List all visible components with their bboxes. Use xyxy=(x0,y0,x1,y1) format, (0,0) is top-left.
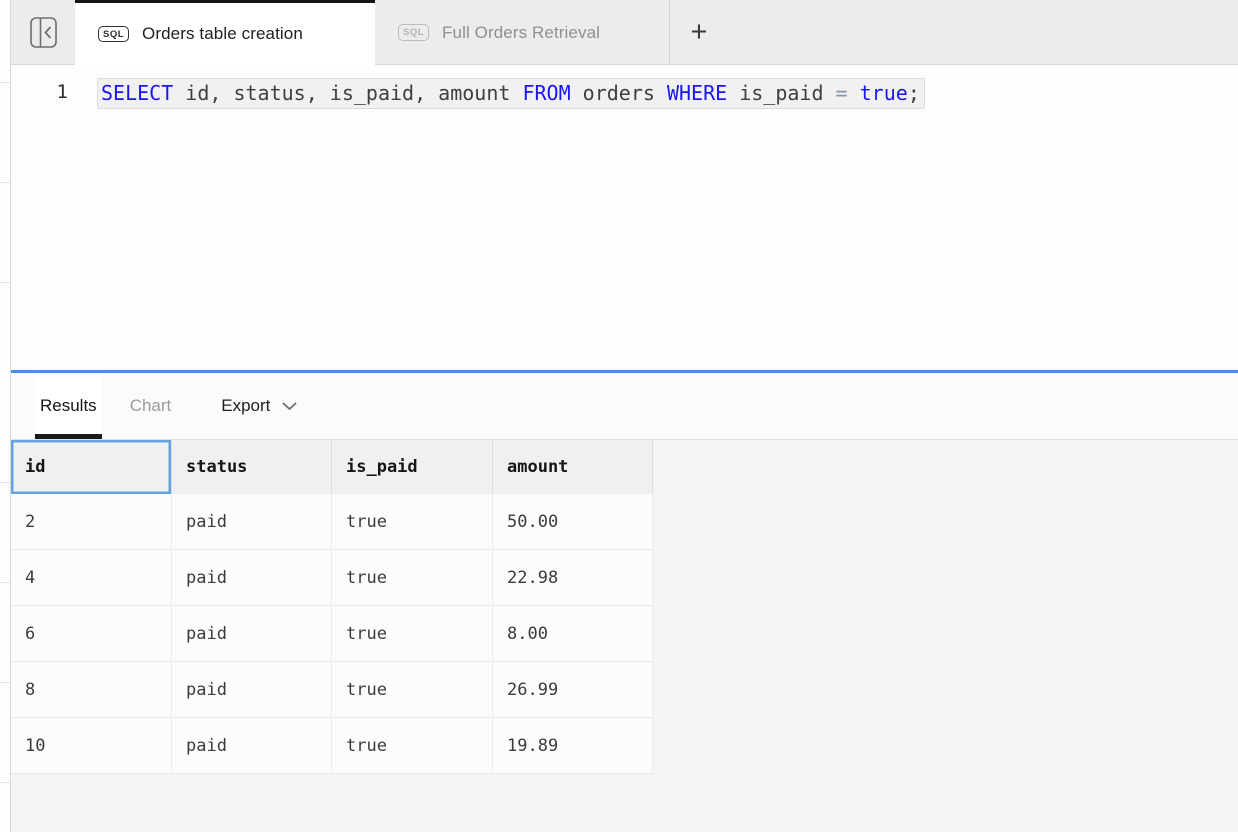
table-cell[interactable]: 4 xyxy=(11,550,172,605)
table-row[interactable]: 6paidtrue8.00 xyxy=(11,606,653,662)
results-table-body: 2paidtrue50.004paidtrue22.986paidtrue8.0… xyxy=(11,494,653,774)
table-cell[interactable]: 8.00 xyxy=(493,606,653,661)
tab-chart-label: Chart xyxy=(130,396,172,416)
sql-token-keyword: FROM xyxy=(522,81,570,105)
background-panel-edge xyxy=(0,0,11,832)
tab-label: Orders table creation xyxy=(142,24,303,44)
sql-token-keyword: WHERE xyxy=(667,81,727,105)
sql-statement[interactable]: SELECT id, status, is_paid, amount FROM … xyxy=(97,78,925,109)
line-number: 1 xyxy=(11,78,68,107)
tab-label: Full Orders Retrieval xyxy=(442,23,600,43)
table-cell[interactable]: true xyxy=(332,550,493,605)
new-tab-button[interactable]: + xyxy=(670,0,728,65)
sql-editor[interactable]: 1 SELECT id, status, is_paid, amount FRO… xyxy=(11,65,1238,370)
table-cell[interactable]: 8 xyxy=(11,662,172,717)
table-cell[interactable]: true xyxy=(332,494,493,549)
plus-icon: + xyxy=(691,16,708,49)
tab-results[interactable]: Results xyxy=(35,373,102,439)
table-cell[interactable]: 22.98 xyxy=(493,550,653,605)
tab-full-orders-retrieval[interactable]: SQL Full Orders Retrieval xyxy=(375,0,670,65)
table-cell[interactable]: 2 xyxy=(11,494,172,549)
column-header-is_paid[interactable]: is_paid xyxy=(332,440,493,494)
query-tab-bar: SQL Orders table creation SQL Full Order… xyxy=(11,0,1238,65)
table-cell[interactable]: true xyxy=(332,718,493,773)
results-panel: Results Chart Export idstatusis_paidamou… xyxy=(11,373,1238,832)
code-line: 1 SELECT id, status, is_paid, amount FRO… xyxy=(11,78,1238,109)
table-cell[interactable]: 19.89 xyxy=(493,718,653,773)
sql-file-icon: SQL xyxy=(98,26,129,43)
table-cell[interactable]: paid xyxy=(172,494,332,549)
collapse-sidebar-button[interactable] xyxy=(11,0,75,65)
tab-chart[interactable]: Chart xyxy=(125,373,177,439)
collapse-sidebar-icon xyxy=(30,17,57,48)
export-button[interactable]: Export xyxy=(221,373,297,439)
results-table-header: idstatusis_paidamount xyxy=(11,440,653,494)
table-cell[interactable]: paid xyxy=(172,550,332,605)
sql-token-plain: ; xyxy=(908,81,920,105)
column-header-status[interactable]: status xyxy=(172,440,332,494)
sql-token-plain: is_paid xyxy=(727,81,835,105)
tab-results-label: Results xyxy=(40,396,97,416)
table-cell[interactable]: paid xyxy=(172,606,332,661)
table-row[interactable]: 2paidtrue50.00 xyxy=(11,494,653,550)
table-cell[interactable]: 26.99 xyxy=(493,662,653,717)
table-cell[interactable]: 6 xyxy=(11,606,172,661)
sql-token-keyword: SELECT xyxy=(101,81,173,105)
tab-orders-table-creation[interactable]: SQL Orders table creation xyxy=(75,0,375,65)
column-header-id[interactable]: id xyxy=(11,440,172,494)
table-row[interactable]: 4paidtrue22.98 xyxy=(11,550,653,606)
results-toolbar: Results Chart Export xyxy=(11,373,1238,440)
sql-token-plain xyxy=(848,81,860,105)
sql-client-window: SQL Orders table creation SQL Full Order… xyxy=(0,0,1238,832)
table-cell[interactable]: paid xyxy=(172,718,332,773)
table-cell[interactable]: true xyxy=(332,662,493,717)
chevron-down-icon xyxy=(282,402,297,411)
table-row[interactable]: 8paidtrue26.99 xyxy=(11,662,653,718)
main-area: SQL Orders table creation SQL Full Order… xyxy=(11,0,1238,832)
sql-token-operator: = xyxy=(836,81,848,105)
sql-token-plain: orders xyxy=(571,81,667,105)
table-cell[interactable]: 10 xyxy=(11,718,172,773)
sql-token-keyword: true xyxy=(860,81,908,105)
table-row[interactable]: 10paidtrue19.89 xyxy=(11,718,653,774)
table-cell[interactable]: 50.00 xyxy=(493,494,653,549)
table-cell[interactable]: paid xyxy=(172,662,332,717)
sql-token-plain: id, status, is_paid, amount xyxy=(173,81,522,105)
column-header-amount[interactable]: amount xyxy=(493,440,653,494)
sql-file-icon: SQL xyxy=(398,24,429,41)
export-label: Export xyxy=(221,396,270,416)
results-table: idstatusis_paidamount 2paidtrue50.004pai… xyxy=(11,440,653,774)
table-cell[interactable]: true xyxy=(332,606,493,661)
